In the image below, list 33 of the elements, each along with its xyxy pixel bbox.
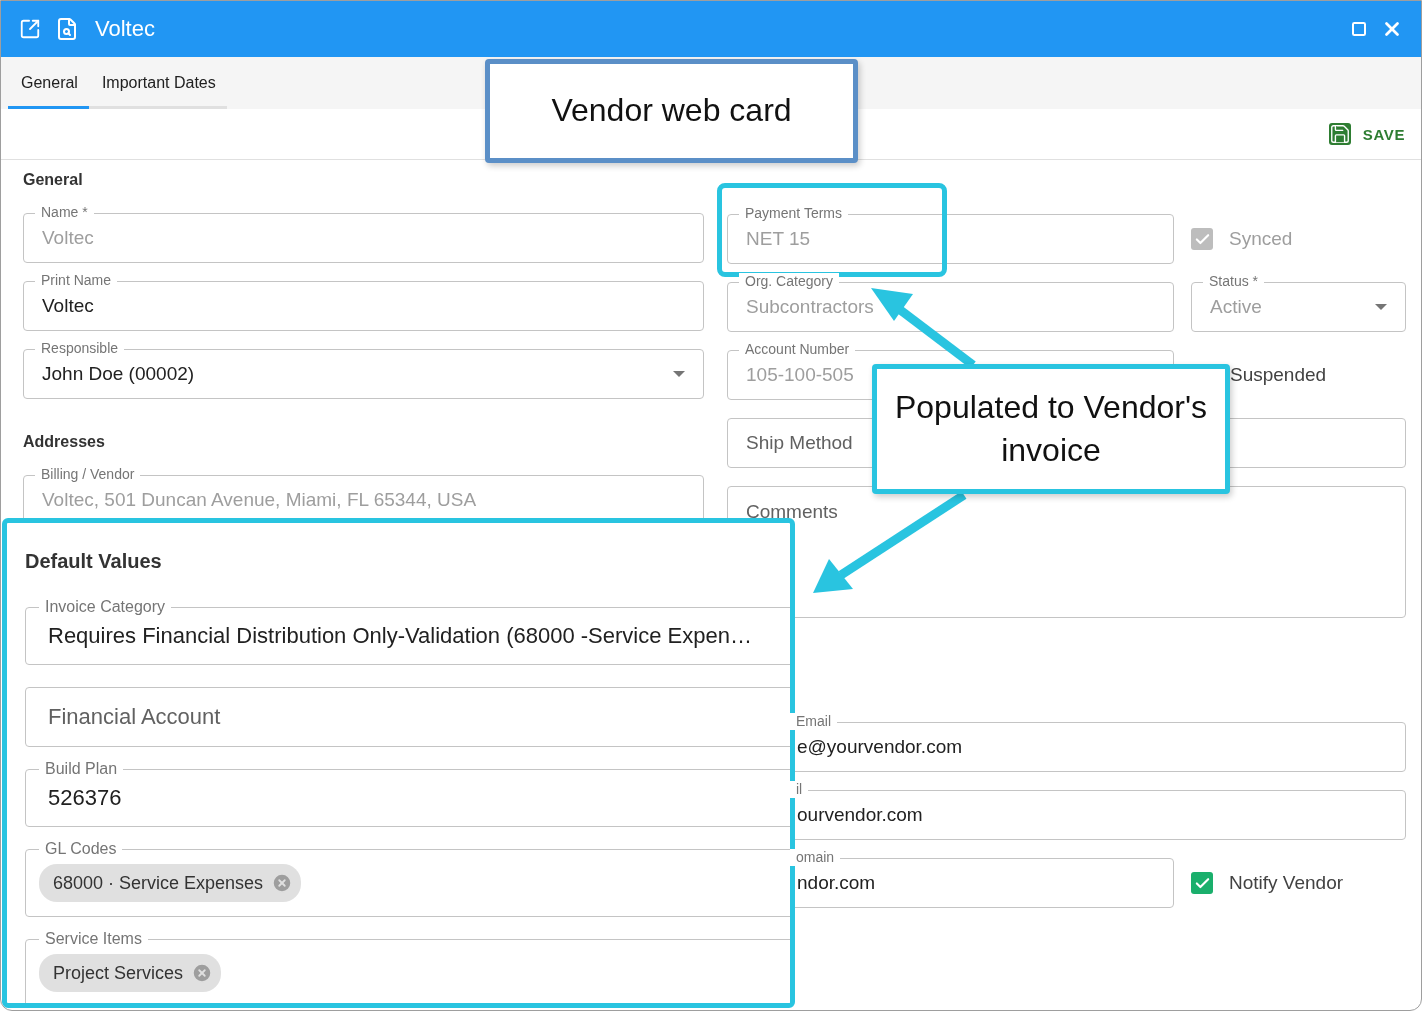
field-value: 526376 (48, 785, 123, 811)
field-label: omain (790, 849, 841, 866)
field-value: John Doe (00002) (42, 363, 196, 385)
field-value: Voltec (42, 227, 95, 249)
checkbox-label: Synced (1229, 228, 1293, 250)
field-value: Requires Financial Distribution Only-Validation (68000 -Service Expen… (48, 623, 753, 649)
callout-text: Populated to Vendor's invoice (893, 387, 1209, 470)
field-label: Email (790, 713, 837, 730)
field-value: 105-100-505 (746, 364, 855, 386)
field-value: Active (1210, 296, 1263, 318)
field-label: Payment Terms (739, 205, 848, 222)
field-label: Invoice Category (39, 597, 172, 617)
checkbox-label: Suspended (1229, 363, 1328, 387)
field-placeholder: Financial Account (48, 704, 221, 730)
field-value: ndor.com (797, 872, 877, 894)
callout-text: Vendor web card (551, 91, 792, 131)
field-value: Voltec, 501 Duncan Avenue, Miami, FL 65344, USA (42, 489, 478, 511)
section-heading: General (23, 171, 84, 189)
field-value: Subcontractors (746, 296, 875, 318)
field-value: Voltec (42, 295, 95, 317)
checkbox-label: Notify Vendor (1229, 872, 1344, 894)
field-placeholder: Comments (746, 501, 838, 523)
section-heading: Default Values (25, 550, 163, 573)
field-value: NET 15 (746, 228, 812, 250)
window-title: Voltec (95, 16, 155, 42)
section-heading: Addresses (23, 433, 106, 451)
field-value: ourvendor.com (797, 804, 924, 826)
field-label: Org. Category (739, 273, 839, 290)
field-label: Billing / Vendor (35, 466, 141, 483)
field-label: il (790, 781, 809, 798)
field-value: e@yourvendor.com (797, 736, 964, 758)
field-placeholder: Ship Method (746, 432, 853, 454)
field-label: Responsible (35, 340, 125, 357)
